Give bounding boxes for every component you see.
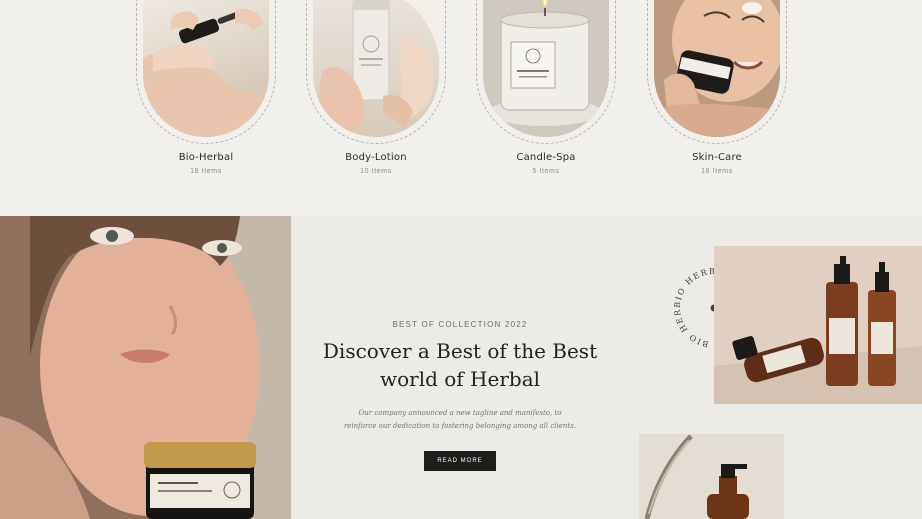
category-frame xyxy=(306,0,446,144)
lotion-bottle-photo[interactable] xyxy=(313,0,439,137)
category-count: 5 Items xyxy=(532,168,560,175)
pump-bottle-photo xyxy=(639,434,784,519)
read-more-button[interactable]: READ MORE xyxy=(424,451,496,471)
category-name[interactable]: Body-Lotion xyxy=(306,152,446,163)
candle-photo[interactable] xyxy=(483,0,609,137)
category-frame xyxy=(647,0,787,144)
hero-headline-line2: world of Herbal xyxy=(379,367,541,391)
category-name[interactable]: Bio-Herbal xyxy=(136,152,276,163)
hero-text-block: BEST OF COLLECTION 2022 Discover a Best … xyxy=(300,320,620,471)
hero-description: Our company announced a new tagline and … xyxy=(300,407,620,433)
category-frame xyxy=(136,0,276,144)
category-count: 18 Items xyxy=(190,168,222,175)
category-card-skin-care[interactable]: Skin-Care 16 Items xyxy=(647,0,787,175)
hero-description-line2: reinforce our dedication to fostering be… xyxy=(343,422,577,430)
serum-bottles-photo xyxy=(714,246,922,404)
hero-description-line1: Our company announced a new tagline and … xyxy=(358,409,562,417)
hero-headline: Discover a Best of the Best world of Her… xyxy=(300,337,620,393)
category-count: 10 Items xyxy=(360,168,392,175)
category-card-candle-spa[interactable]: Candle-Spa 5 Items xyxy=(476,0,616,175)
category-count: 16 Items xyxy=(701,168,733,175)
category-name[interactable]: Skin-Care xyxy=(647,152,787,163)
hero-headline-line1: Discover a Best of the Best xyxy=(322,339,598,363)
category-card-body-lotion[interactable]: Body-Lotion 10 Items xyxy=(306,0,446,175)
category-section: Bio-Herbal 18 Items Body-Lotion 10 Items xyxy=(0,0,922,215)
category-card-bio-herbal[interactable]: Bio-Herbal 18 Items xyxy=(136,0,276,175)
woman-holding-jar-photo xyxy=(0,216,291,519)
hands-dropper-photo[interactable] xyxy=(143,0,269,137)
category-name[interactable]: Candle-Spa xyxy=(476,152,616,163)
face-cream-photo[interactable] xyxy=(654,0,780,137)
category-frame xyxy=(476,0,616,144)
hero-eyebrow: BEST OF COLLECTION 2022 xyxy=(392,320,528,329)
